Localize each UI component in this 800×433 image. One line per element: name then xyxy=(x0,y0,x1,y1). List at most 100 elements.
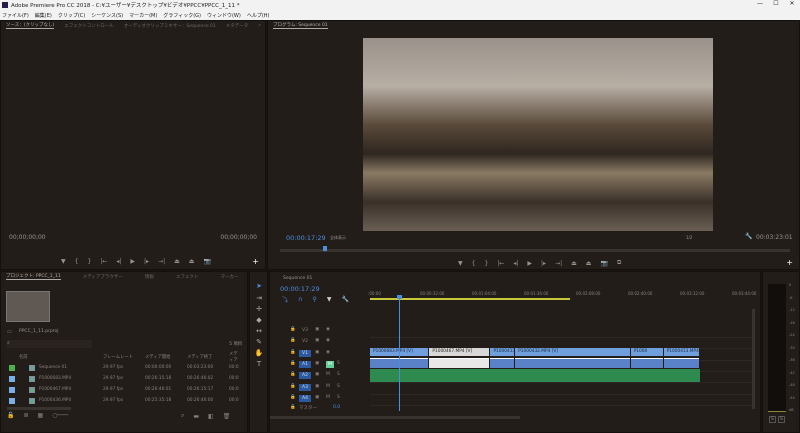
video-clip[interactable]: P1000432.MP4 [V] xyxy=(515,348,630,356)
audio-clip-a1[interactable] xyxy=(429,358,490,368)
linked-selection-icon[interactable]: ⚲ xyxy=(312,296,316,303)
audio-clip-a1[interactable] xyxy=(663,358,699,368)
lock-icon[interactable]: 🔓 xyxy=(7,412,14,419)
menu-sequence[interactable]: シーケンス(S) xyxy=(91,12,123,19)
menu-file[interactable]: ファイル(F) xyxy=(2,12,29,19)
button-editor-button[interactable]: + xyxy=(252,257,259,266)
audio-clip-a1[interactable] xyxy=(515,358,630,368)
type-tool-icon[interactable]: T xyxy=(254,360,264,368)
track-label[interactable]: A2 xyxy=(299,372,311,380)
comparison-view-button[interactable]: ⧉ xyxy=(617,259,621,267)
solo-button[interactable]: S xyxy=(337,372,340,377)
track-label[interactable]: V1 xyxy=(299,349,311,357)
playhead-handle[interactable] xyxy=(397,295,402,299)
close-button[interactable]: ✕ xyxy=(784,0,800,7)
settings-wrench-icon[interactable]: 🔧 xyxy=(341,296,348,303)
audio-clip-a1[interactable] xyxy=(630,358,663,368)
solo-button[interactable]: S xyxy=(337,361,340,366)
play-button[interactable]: ▶ xyxy=(130,258,135,265)
label-color-swatch[interactable] xyxy=(9,397,15,404)
video-clip[interactable]: P1000413.MP4 [V] xyxy=(663,348,699,356)
icon-view-icon[interactable]: ▦ xyxy=(38,412,44,419)
snap-icon[interactable]: ∩ xyxy=(298,296,302,303)
wrench-icon[interactable]: 🔧 xyxy=(745,233,752,240)
track-label[interactable]: A4 xyxy=(299,394,311,402)
fit-dropdown[interactable]: 全体表示 xyxy=(330,235,346,241)
label-color-swatch[interactable] xyxy=(9,364,15,371)
label-color-swatch[interactable] xyxy=(9,386,15,393)
extract-button[interactable]: ⏏ xyxy=(586,260,592,267)
insert-button[interactable]: ⏏ xyxy=(174,258,180,265)
timeline-vertical-scrollbar[interactable] xyxy=(752,309,755,409)
toggle-output-icon[interactable]: ▣ xyxy=(315,338,319,343)
hand-tool-icon[interactable]: ✋ xyxy=(254,349,264,357)
add-marker-icon[interactable]: ▼ xyxy=(327,296,332,303)
meter-solo-right[interactable]: S xyxy=(778,416,785,423)
step-forward-button[interactable]: |▸ xyxy=(144,258,149,265)
tab-metadata[interactable]: メタデータ xyxy=(226,23,249,29)
project-search-input[interactable]: ⌕ xyxy=(7,340,92,348)
list-view-icon[interactable]: ≣ xyxy=(23,412,28,419)
video-clip[interactable]: P1000413.MP4 [V] xyxy=(490,348,515,356)
audio-clip-a2[interactable] xyxy=(370,369,700,382)
label-color-swatch[interactable] xyxy=(9,375,15,382)
col-media-end[interactable]: メディア終了 xyxy=(187,354,212,360)
new-item-icon[interactable]: ◧ xyxy=(208,413,214,420)
lock-icon[interactable]: 🔒 xyxy=(290,361,296,366)
find-icon[interactable]: ⌕ xyxy=(181,412,184,420)
go-to-out-button[interactable]: →| xyxy=(158,258,165,265)
solo-button[interactable]: S xyxy=(337,395,340,400)
project-scrollbar[interactable] xyxy=(7,407,71,410)
tab-sequence[interactable]: Sequence 01 xyxy=(283,276,312,281)
project-item[interactable]: P1000683.MP4 29.97 fps 00:26:15:18 00:26:46… xyxy=(1,373,241,384)
tab-media-browser[interactable]: メディアブラウザー xyxy=(83,274,123,280)
minimize-button[interactable]: — xyxy=(752,0,768,7)
mark-out-button[interactable]: } xyxy=(87,258,91,265)
mute-button[interactable]: M xyxy=(326,372,330,377)
tab-markers[interactable]: マーカー xyxy=(220,274,238,280)
lock-icon[interactable]: 🔒 xyxy=(290,338,296,343)
overwrite-button[interactable]: ⏏ xyxy=(189,258,195,265)
maximize-button[interactable]: ☐ xyxy=(768,0,784,7)
sync-lock-icon[interactable]: ▣ xyxy=(315,395,319,400)
col-media-dur[interactable]: メディア xyxy=(229,351,241,363)
lift-button[interactable]: ⏏ xyxy=(571,260,577,267)
timeline-horizontal-scrollbar[interactable] xyxy=(270,416,520,419)
mute-button[interactable]: M xyxy=(326,360,334,368)
master-volume[interactable]: 0.0 xyxy=(333,405,340,410)
timeline-timecode[interactable]: 00:00:17:29 xyxy=(280,285,320,293)
mute-button[interactable]: M xyxy=(326,384,330,389)
menu-edit[interactable]: 編集(E) xyxy=(35,12,52,19)
tab-audio-clip-mixer[interactable]: オーディオクリップミキサー：Sequence 01 xyxy=(124,23,216,29)
tab-effects[interactable]: エフェクト xyxy=(176,274,199,280)
slip-tool-icon[interactable]: ↔ xyxy=(254,327,264,335)
track-label[interactable]: A3 xyxy=(299,383,311,391)
video-clip[interactable]: P1000 xyxy=(630,348,663,356)
nest-icon[interactable]: ⤵ xyxy=(282,295,288,304)
sync-lock-icon[interactable]: ▣ xyxy=(315,361,319,366)
go-to-in-button[interactable]: |← xyxy=(100,258,107,265)
project-item[interactable]: P1000467.MP4 29.97 fps 00:26:46:01 00:26:15… xyxy=(1,384,241,395)
timeline-playhead[interactable] xyxy=(399,296,400,411)
ripple-edit-tool-icon[interactable]: ✛ xyxy=(254,305,264,313)
lock-icon[interactable]: 🔒 xyxy=(290,327,296,332)
meter-solo-left[interactable]: S xyxy=(769,416,776,423)
col-name[interactable]: 名前 xyxy=(19,354,28,360)
track-label[interactable]: V3 xyxy=(299,327,311,334)
menu-graphics[interactable]: グラフィック(G) xyxy=(163,12,201,19)
add-marker-button[interactable]: ▼ xyxy=(458,260,463,267)
play-button[interactable]: ▶ xyxy=(527,260,532,267)
sync-lock-icon[interactable]: ▣ xyxy=(315,384,319,389)
playhead[interactable] xyxy=(323,246,328,251)
sync-lock-icon[interactable]: ▣ xyxy=(315,372,319,377)
col-media-start[interactable]: メディア開始 xyxy=(145,354,170,360)
toggle-output-icon[interactable]: ▣ xyxy=(315,350,319,355)
lock-icon[interactable]: 🔒 xyxy=(290,350,296,355)
eye-icon[interactable]: ◉ xyxy=(326,327,330,332)
step-back-button[interactable]: ◂| xyxy=(116,258,121,265)
solo-button[interactable]: S xyxy=(337,384,340,389)
menu-help[interactable]: ヘルプ(H) xyxy=(247,12,270,19)
add-marker-button[interactable]: ▼ xyxy=(61,258,66,265)
lock-icon[interactable]: 🔒 xyxy=(290,372,296,377)
video-clip[interactable]: P1000467.MP4 [V] xyxy=(429,348,490,356)
